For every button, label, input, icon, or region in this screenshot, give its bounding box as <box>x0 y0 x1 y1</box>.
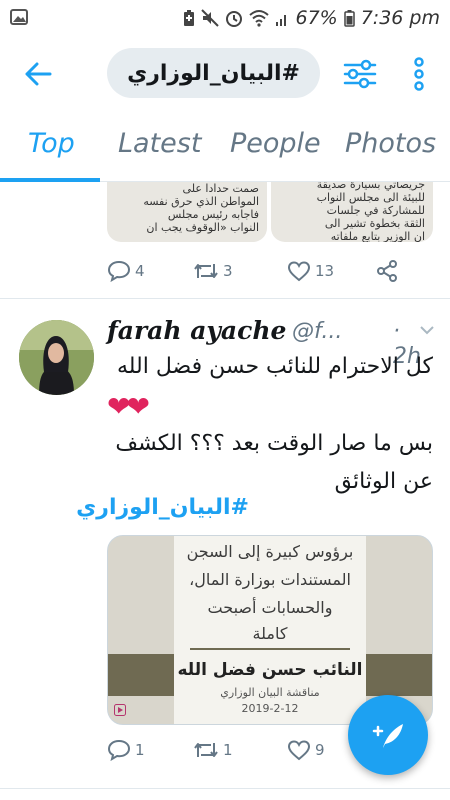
tab-latest[interactable]: Latest <box>118 128 201 159</box>
tweet-text-continued: بس ما صار الوقت بعد ؟؟؟ الكشف عن الوثائق <box>115 431 433 494</box>
hashtag-link[interactable]: #البيان_الوزاري <box>76 495 249 520</box>
like-count: 9 <box>315 741 325 759</box>
media-speaker-name: النائب حسن فضل الله <box>177 660 363 680</box>
tweet-divider <box>0 788 450 789</box>
search-input[interactable]: #البيان_الوزاري <box>107 48 320 98</box>
avatar[interactable] <box>19 320 94 395</box>
like-count: 13 <box>315 262 335 280</box>
tweet-header: farah ayache @f... · 2h <box>107 316 435 369</box>
share-icon <box>377 260 397 282</box>
battery-icon <box>343 9 355 27</box>
chevron-down-icon <box>420 326 434 335</box>
share-button[interactable] <box>375 256 399 286</box>
vertical-dots-icon <box>414 57 424 91</box>
newspaper-line: جريصاتي بسيارة صديقة <box>316 182 425 191</box>
newspaper-text-right: جريصاتي بسيارة صديقة للبيئة الى مجلس الن… <box>285 182 425 242</box>
compose-feather-icon <box>372 724 403 748</box>
media-line-2: المستندات بوزارة المال، <box>189 570 351 589</box>
reply-count: 4 <box>135 262 145 280</box>
previous-tweet-image-left[interactable]: صمت حدادا على المواطن الذي حرق نفسه فاجا… <box>107 182 267 242</box>
active-tab-indicator <box>0 178 100 182</box>
retweet-icon <box>194 264 218 278</box>
media-caption-panel: برؤوس كبيرة إلى السجن المستندات بوزارة ا… <box>174 536 366 724</box>
previous-tweet-media[interactable]: صمت حدادا على المواطن الذي حرق نفسه فاجا… <box>107 182 433 242</box>
retweet-button[interactable]: 3 <box>193 256 233 286</box>
newspaper-line: للبيئة الى مجلس النواب <box>316 191 425 204</box>
reply-icon <box>107 739 131 761</box>
next-tweet-peek <box>0 792 450 800</box>
search-header: #البيان_الوزاري <box>0 36 450 112</box>
tab-photos[interactable]: Photos <box>345 128 436 159</box>
previous-tweet-image-right[interactable]: جريصاتي بسيارة صديقة للبيئة الى مجلس الن… <box>271 182 433 242</box>
media-line-1: برؤوس كبيرة إلى السجن <box>186 542 354 561</box>
search-tabs: Top Latest People Photos <box>0 112 450 182</box>
status-bar: 67% 7:36 pm <box>0 0 450 36</box>
media-line-3: والحسابات أصبحت <box>207 598 333 617</box>
reply-count: 1 <box>135 741 145 759</box>
tab-top[interactable]: Top <box>28 128 75 159</box>
battery-percent: 67% <box>295 7 338 29</box>
reply-icon <box>107 260 131 282</box>
heart-icon <box>287 261 311 282</box>
like-button[interactable]: 13 <box>287 256 334 286</box>
retweet-icon <box>194 743 218 757</box>
retweet-count: 3 <box>223 262 233 280</box>
more-options-button[interactable] <box>408 56 430 92</box>
newspaper-line: الثقة بخطوة تشير الى <box>324 217 425 230</box>
alarm-icon <box>225 9 243 27</box>
tweet-text: كل الاحترام للنائب حسن فضل الله <box>116 354 433 379</box>
user-handle[interactable]: @f... <box>292 319 342 344</box>
newspaper-text-left: صمت حدادا على المواطن الذي حرق نفسه فاجا… <box>119 182 259 234</box>
media-subtitle: مناقشة البيان الوزاري <box>220 686 320 699</box>
mute-icon <box>201 9 220 27</box>
newspaper-line: للمشاركة في جلسات <box>326 204 425 217</box>
tweet-divider <box>0 298 450 299</box>
filter-button[interactable] <box>342 56 378 92</box>
back-button[interactable] <box>22 58 54 90</box>
sliders-icon <box>343 59 377 89</box>
arrow-left-icon <box>25 62 52 86</box>
retweet-count: 1 <box>223 741 233 759</box>
status-icons: 67% 7:36 pm <box>183 6 440 30</box>
reply-button[interactable]: 4 <box>107 256 145 286</box>
newspaper-line: فاجابه رئيس مجلس <box>167 208 259 221</box>
newspaper-line: النواب «الوقوف يجب ان <box>146 221 259 234</box>
display-name[interactable]: farah ayache <box>107 316 286 345</box>
newspaper-line: ان الوزير بتابع ملفاته <box>330 230 425 242</box>
media-line-4: كاملة <box>252 624 288 643</box>
newspaper-line: المواطن الذي حرق نفسه <box>143 195 259 208</box>
tab-people[interactable]: People <box>230 128 321 159</box>
media-date: 2019-2-12 <box>241 702 299 715</box>
tweet-menu-button[interactable] <box>419 322 435 338</box>
wifi-icon <box>249 9 270 27</box>
like-button[interactable]: 9 <box>287 735 325 765</box>
heart-icon <box>287 740 311 761</box>
reply-button[interactable]: 1 <box>107 735 145 765</box>
video-play-icon <box>114 701 126 716</box>
compose-tweet-button[interactable] <box>348 695 428 775</box>
battery-saver-icon <box>183 9 195 27</box>
retweet-button[interactable]: 1 <box>193 735 233 765</box>
gallery-notification-icon <box>10 8 28 26</box>
media-separator <box>190 648 350 650</box>
heart-emojis: ❤❤ <box>107 390 150 423</box>
previous-tweet-actions: 4 3 13 <box>107 256 433 286</box>
clock: 7:36 pm <box>360 7 440 29</box>
signal-icon <box>275 9 289 27</box>
newspaper-line: صمت حدادا على <box>182 182 259 195</box>
